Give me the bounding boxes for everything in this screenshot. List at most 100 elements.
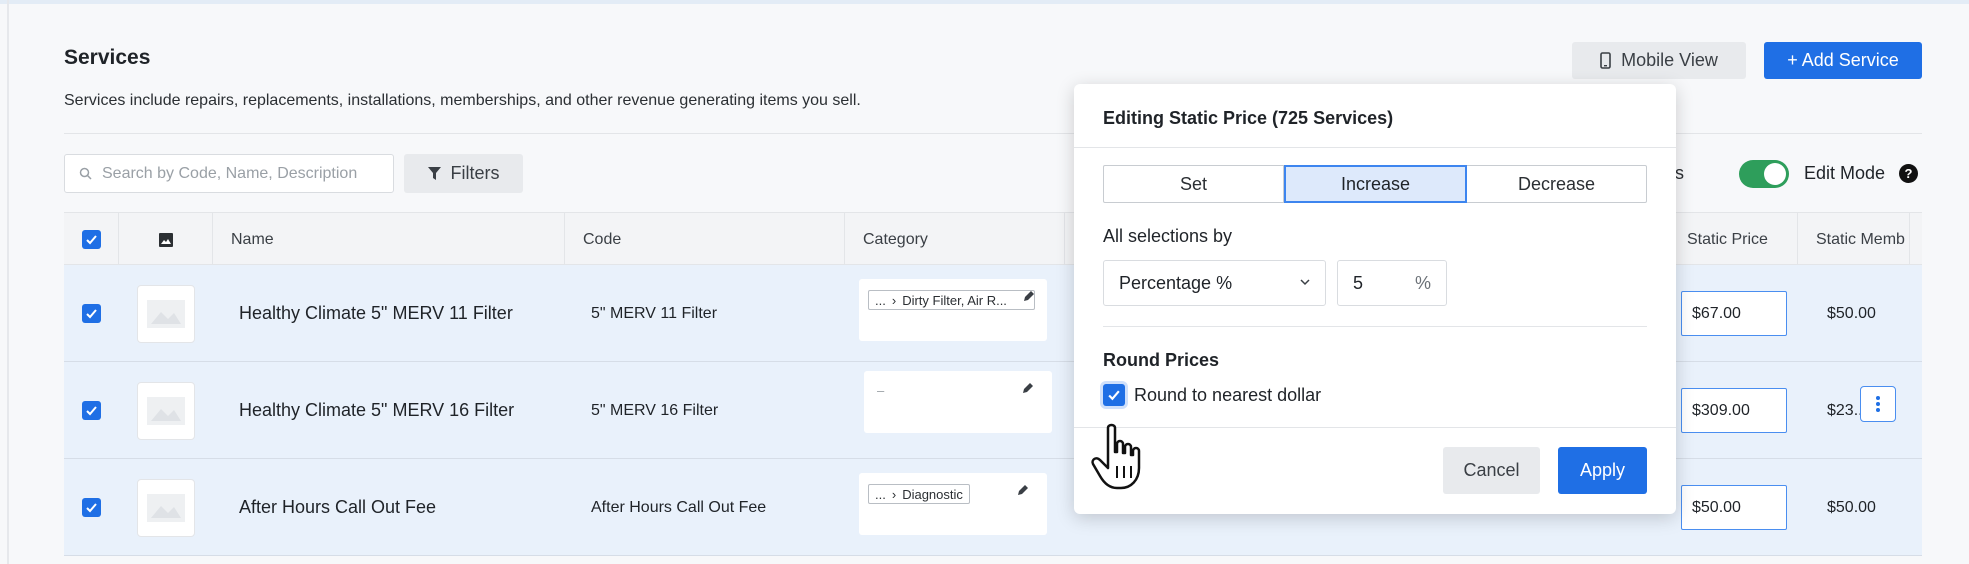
left-border bbox=[7, 0, 9, 564]
static-member-header[interactable]: Static Memb bbox=[1798, 213, 1910, 266]
edit-mode-toggle[interactable] bbox=[1739, 160, 1789, 188]
row-checkbox[interactable] bbox=[82, 401, 101, 420]
check-icon bbox=[1108, 390, 1120, 401]
category-prefix: ... bbox=[875, 486, 886, 502]
category-empty: – bbox=[877, 383, 885, 398]
pencil-icon[interactable] bbox=[1022, 289, 1036, 303]
category-chip: ... › Diagnostic bbox=[868, 484, 970, 504]
mobile-view-button[interactable]: Mobile View bbox=[1572, 42, 1746, 79]
cancel-button[interactable]: Cancel bbox=[1443, 447, 1540, 494]
chevron-right-icon: › bbox=[891, 486, 897, 502]
category-text: Dirty Filter, Air R... bbox=[902, 292, 1007, 308]
static-price-header[interactable]: Static Price bbox=[1668, 213, 1798, 266]
adjust-value-input[interactable]: 5 % bbox=[1337, 260, 1447, 306]
search-placeholder: Search by Code, Name, Description bbox=[102, 164, 358, 182]
select-all-checkbox[interactable] bbox=[81, 230, 101, 249]
service-name: After Hours Call Out Fee bbox=[239, 497, 437, 517]
row-checkbox[interactable] bbox=[82, 498, 101, 517]
row-select-cell bbox=[82, 362, 101, 459]
popover-divider bbox=[1074, 427, 1676, 428]
kebab-menu-icon bbox=[1876, 396, 1880, 412]
chevron-down-icon bbox=[1300, 279, 1310, 286]
filter-icon bbox=[427, 166, 441, 180]
image-placeholder-icon bbox=[147, 396, 185, 425]
row-select-cell bbox=[82, 265, 101, 362]
service-code: 5" MERV 16 Filter bbox=[591, 401, 719, 419]
static-member-price: $50.00 bbox=[1827, 498, 1876, 516]
top-border bbox=[0, 0, 1969, 4]
mobile-view-label: Mobile View bbox=[1621, 50, 1718, 70]
mode-set-button[interactable]: Set bbox=[1104, 166, 1284, 202]
page-title: Services bbox=[64, 46, 151, 69]
adjust-mode-segmented-control: Set Increase Decrease bbox=[1103, 165, 1647, 203]
popover-divider bbox=[1103, 326, 1647, 327]
category-chip: ... › Dirty Filter, Air R... bbox=[868, 290, 1035, 310]
image-placeholder-icon bbox=[147, 493, 185, 522]
mode-decrease-button[interactable]: Decrease bbox=[1467, 166, 1646, 202]
static-price-cell: $67.00 bbox=[1681, 265, 1787, 362]
hand-cursor-icon bbox=[1091, 423, 1141, 490]
add-service-button[interactable]: + Add Service bbox=[1764, 42, 1922, 79]
image-header-cell bbox=[119, 213, 213, 266]
filters-label: Filters bbox=[450, 163, 500, 183]
mode-increase-button[interactable]: Increase bbox=[1284, 165, 1467, 203]
mobile-phone-icon bbox=[1600, 52, 1611, 69]
static-price-input[interactable]: $309.00 bbox=[1681, 388, 1787, 433]
image-placeholder bbox=[137, 381, 195, 440]
static-price-cell: $309.00 bbox=[1681, 362, 1787, 459]
image-icon bbox=[158, 232, 173, 247]
round-checkbox[interactable] bbox=[1103, 384, 1125, 406]
thumb-cell bbox=[137, 265, 195, 362]
category-cell[interactable]: ... › Dirty Filter, Air R... bbox=[859, 279, 1047, 341]
category-header[interactable]: Category bbox=[845, 213, 1065, 266]
pencil-icon[interactable] bbox=[1021, 381, 1035, 395]
category-cell[interactable]: ... › Diagnostic bbox=[859, 473, 1047, 535]
adjust-value: 5 bbox=[1353, 272, 1364, 293]
service-code: After Hours Call Out Fee bbox=[591, 498, 767, 516]
round-label[interactable]: Round to nearest dollar bbox=[1134, 385, 1321, 406]
static-member-price: $50.00 bbox=[1827, 304, 1876, 322]
image-placeholder-icon bbox=[147, 299, 185, 328]
static-price-input[interactable]: $50.00 bbox=[1681, 485, 1787, 530]
all-selections-label: All selections by bbox=[1103, 226, 1233, 246]
check-icon bbox=[86, 503, 97, 513]
service-name: Healthy Climate 5" MERV 16 Filter bbox=[239, 400, 515, 420]
apply-button[interactable]: Apply bbox=[1558, 447, 1647, 494]
category-cell[interactable]: – bbox=[864, 371, 1052, 433]
row-actions-button[interactable] bbox=[1860, 386, 1896, 422]
search-icon bbox=[79, 167, 92, 180]
popover-title: Editing Static Price (725 Services) bbox=[1103, 108, 1394, 128]
filters-button[interactable]: Filters bbox=[404, 154, 523, 193]
adjust-type-select[interactable]: Percentage % bbox=[1103, 260, 1326, 306]
thumb-cell bbox=[137, 362, 195, 459]
edit-mode-label: Edit Mode bbox=[1804, 163, 1886, 183]
help-icon[interactable]: ? bbox=[1899, 164, 1918, 183]
adjust-unit: % bbox=[1414, 272, 1431, 293]
image-placeholder bbox=[137, 284, 195, 343]
name-header[interactable]: Name bbox=[213, 213, 565, 266]
static-price-input[interactable]: $67.00 bbox=[1681, 291, 1787, 336]
adjust-type-value: Percentage % bbox=[1119, 272, 1233, 293]
service-code: 5" MERV 11 Filter bbox=[591, 304, 718, 322]
select-all-cell bbox=[64, 213, 119, 266]
chevron-right-icon: › bbox=[891, 292, 897, 308]
service-name: Healthy Climate 5" MERV 11 Filter bbox=[239, 303, 513, 323]
check-icon bbox=[85, 235, 97, 245]
category-text: Diagnostic bbox=[902, 486, 963, 502]
row-checkbox[interactable] bbox=[82, 304, 101, 323]
page-subtitle: Services include repairs, replacements, … bbox=[64, 92, 861, 109]
code-header[interactable]: Code bbox=[565, 213, 845, 266]
edit-static-price-popover: Editing Static Price (725 Services) Set … bbox=[1074, 84, 1676, 514]
check-icon bbox=[86, 309, 97, 319]
search-input[interactable]: Search by Code, Name, Description bbox=[64, 154, 394, 193]
toggle-knob bbox=[1764, 163, 1786, 185]
row-select-cell bbox=[82, 459, 101, 556]
pencil-icon[interactable] bbox=[1016, 483, 1030, 497]
image-placeholder bbox=[137, 478, 195, 537]
static-price-cell: $50.00 bbox=[1681, 459, 1787, 556]
check-icon bbox=[86, 406, 97, 416]
category-prefix: ... bbox=[875, 292, 886, 308]
thumb-cell bbox=[137, 459, 195, 556]
round-prices-title: Round Prices bbox=[1103, 350, 1220, 370]
popover-divider bbox=[1074, 147, 1676, 148]
